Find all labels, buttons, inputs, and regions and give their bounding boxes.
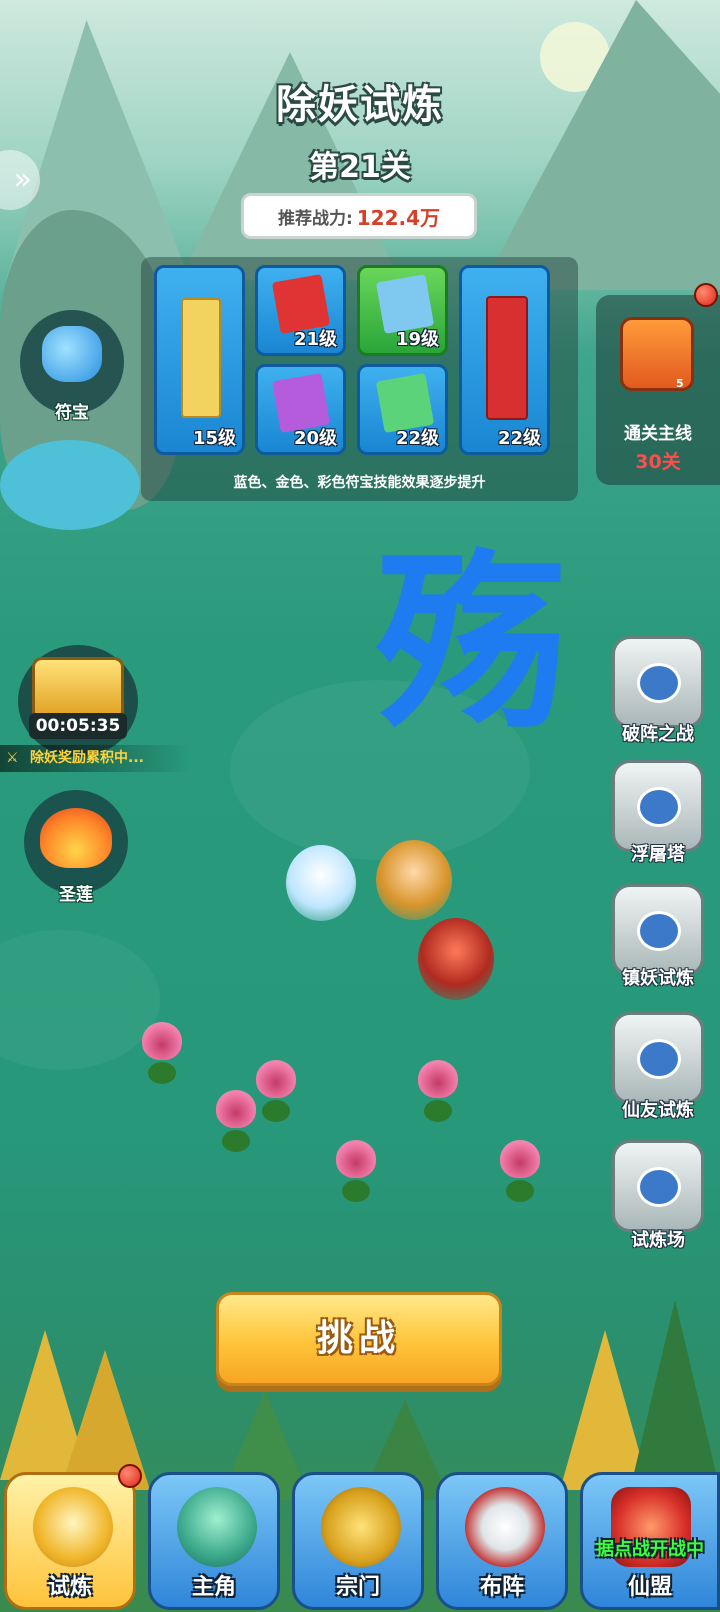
stage-label: 第21关 xyxy=(309,150,411,185)
spirit-icon xyxy=(637,1039,681,1079)
trial-label: 试炼场 xyxy=(631,1230,685,1251)
notification-dot xyxy=(694,283,718,307)
yin-yang-icon xyxy=(465,1487,545,1567)
spirit-icon xyxy=(637,911,681,951)
notification-dot xyxy=(118,1464,142,1488)
talisman-level: 19级 xyxy=(395,329,439,350)
trial-button-zhenyao[interactable] xyxy=(612,884,704,976)
challenge-button[interactable]: 挑战 xyxy=(216,1292,502,1386)
reward-chest-button[interactable] xyxy=(18,645,138,757)
nav-label: 仙盟 xyxy=(627,1575,672,1600)
trial-button-fututa[interactable] xyxy=(612,760,704,852)
nav-label: 试炼 xyxy=(47,1575,92,1600)
talisman-level: 22级 xyxy=(497,428,541,449)
tree xyxy=(630,1300,720,1490)
shenglian-label: 圣莲 xyxy=(59,885,93,905)
trial-label: 镇妖试炼 xyxy=(622,968,694,989)
mainline-title: 通关主线 xyxy=(624,424,692,444)
reward-timer: 00:05:35 xyxy=(29,713,127,739)
nav-tab-formation[interactable]: 布阵 xyxy=(436,1472,568,1610)
spirit-icon xyxy=(637,663,681,703)
power-label: 推荐战力: xyxy=(277,208,353,229)
boss-character: 殇 xyxy=(376,531,567,754)
swords-icon: ⚔ xyxy=(6,750,19,766)
talisman-card[interactable]: 20级 xyxy=(255,364,346,455)
hero-character xyxy=(376,840,452,920)
talisman-card[interactable]: 22级 xyxy=(357,364,448,455)
talisman-icon xyxy=(181,298,221,418)
talisman-card[interactable]: 21级 xyxy=(255,265,346,356)
mainline-panel[interactable]: 5 通关主线 30关 xyxy=(596,295,720,485)
reward-status-text: 除妖奖励累积中... xyxy=(30,750,144,766)
nav-tab-hero[interactable]: 主角 xyxy=(148,1472,280,1610)
talisman-level: 20级 xyxy=(293,428,337,449)
talisman-card[interactable]: 15级 xyxy=(154,265,245,455)
enemy-flower xyxy=(138,1022,186,1092)
talisman-hint: 蓝色、金色、彩色符宝技能效果逐步提升 xyxy=(233,475,486,491)
reward-status: ⚔ 除妖奖励累积中... xyxy=(0,745,190,772)
talisman-icon xyxy=(486,296,528,420)
trial-button-shilianchang[interactable] xyxy=(612,1140,704,1232)
trial-label: 浮屠塔 xyxy=(631,844,685,865)
talisman-card[interactable]: 22级 xyxy=(459,265,550,455)
incense-burner-icon xyxy=(321,1487,401,1567)
lotus-icon xyxy=(40,808,112,868)
power-value: 122.4万 xyxy=(356,205,441,230)
trial-label: 仙友试炼 xyxy=(622,1100,694,1121)
hero-character xyxy=(418,918,494,1000)
spirit-icon xyxy=(637,1167,681,1207)
mainline-value: 30关 xyxy=(635,451,681,473)
shrine-icon xyxy=(33,1487,113,1567)
fubao-label: 符宝 xyxy=(55,403,89,423)
page-title: 除妖试炼 xyxy=(276,82,444,128)
trial-button-xianyou[interactable] xyxy=(612,1012,704,1104)
talisman-level: 21级 xyxy=(293,329,337,350)
talisman-panel: 15级 21级 19级 22级 20级 22级 xyxy=(141,257,578,501)
enemy-flower xyxy=(496,1140,544,1210)
treasure-chest-icon xyxy=(32,657,124,721)
enemy-flower xyxy=(414,1060,462,1130)
spirit-icon xyxy=(637,787,681,827)
talisman-card[interactable]: 19级 xyxy=(357,265,448,356)
talisman-level: 15级 xyxy=(192,428,236,449)
nav-tab-sect[interactable]: 宗门 xyxy=(292,1472,424,1610)
alliance-battle-banner: 据点战开战中 xyxy=(596,1539,704,1560)
pond xyxy=(0,440,140,530)
nav-label: 宗门 xyxy=(335,1575,380,1600)
trial-label: 破阵之战 xyxy=(622,724,694,745)
enemy-flower xyxy=(212,1090,260,1160)
shenglian-button[interactable] xyxy=(24,790,128,894)
nav-label: 主角 xyxy=(191,1575,236,1600)
mainline-badge-count: 5 xyxy=(676,377,684,390)
nav-label: 布阵 xyxy=(479,1575,524,1600)
trial-button-pozhen[interactable] xyxy=(612,636,704,728)
hero-character xyxy=(286,845,356,921)
nav-tab-trial[interactable]: 试炼 xyxy=(4,1472,136,1610)
talisman-level: 22级 xyxy=(395,428,439,449)
ground-patch xyxy=(0,930,160,1070)
meditating-figure-icon xyxy=(177,1487,257,1567)
talisman-treasure-icon xyxy=(42,326,102,382)
recommended-power: 推荐战力: 122.4万 xyxy=(241,193,477,239)
enemy-flower xyxy=(332,1140,380,1210)
